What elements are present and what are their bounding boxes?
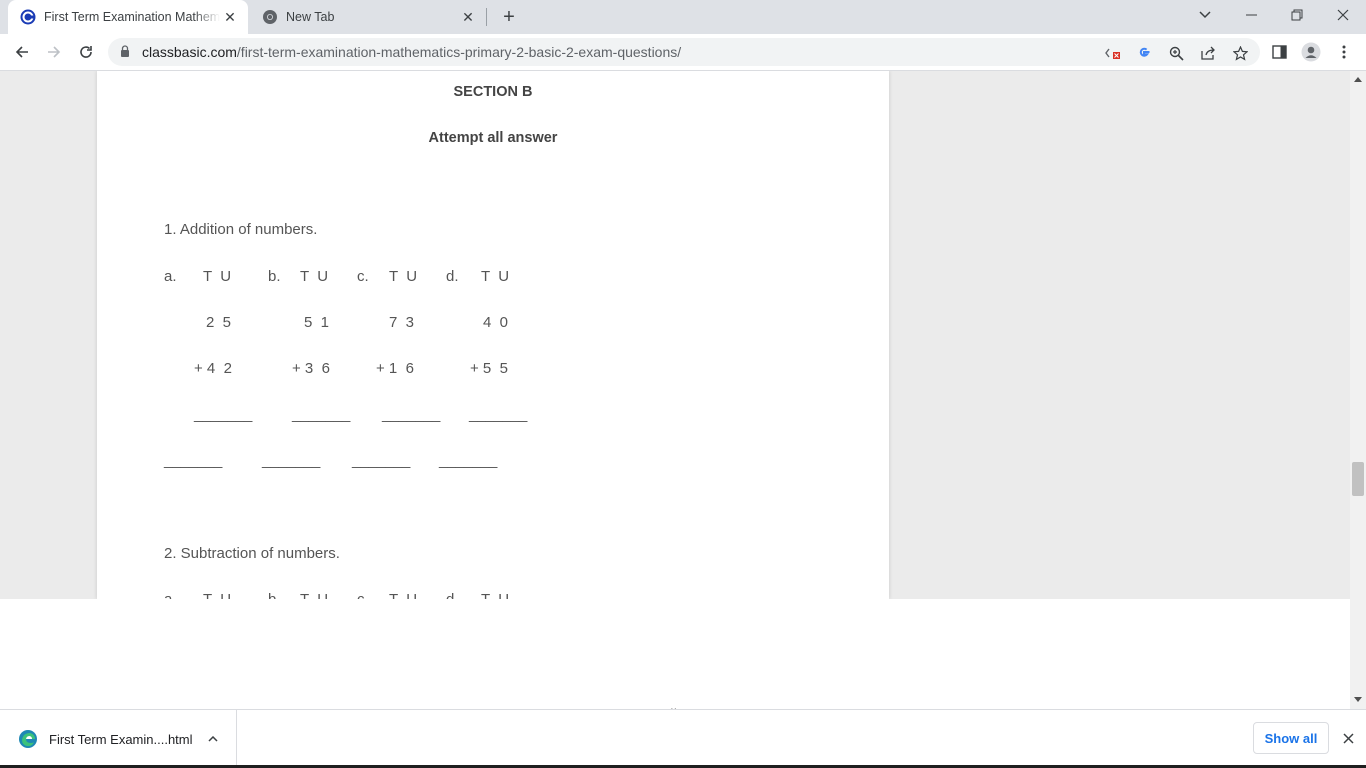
page-scrollbar[interactable]	[1350, 71, 1366, 709]
address-bar[interactable]: classbasic.com/first-term-examination-ma…	[108, 38, 1260, 66]
section-title: SECTION B	[453, 84, 533, 100]
side-panel-icon[interactable]	[1269, 42, 1289, 62]
instruction-text: Attempt all answer	[428, 130, 558, 146]
tab-title: First Term Examination Mathematics Prima…	[44, 10, 220, 24]
addend-top: 7 3	[389, 314, 415, 331]
close-tab-icon[interactable]: ✕	[458, 7, 478, 27]
google-translate-icon[interactable]	[1133, 42, 1155, 64]
tab-separator	[486, 8, 487, 26]
chevron-up-icon[interactable]	[204, 730, 222, 748]
addend-bottom: + 4 2	[194, 360, 232, 377]
url-text: classbasic.com/first-term-examination-ma…	[142, 44, 681, 60]
url-path: /first-term-examination-mathematics-prim…	[236, 44, 682, 60]
option-label-b: b.	[268, 268, 281, 285]
place-value-header: T U	[300, 591, 328, 599]
zoom-icon[interactable]	[1165, 42, 1187, 64]
answer-blank-line: _______	[292, 406, 351, 423]
article-content: SECTION B Attempt all answer 1. Addition…	[97, 71, 889, 599]
option-label-a: a.	[164, 591, 177, 599]
answer-blank-line: _______	[469, 406, 528, 423]
close-shelf-icon[interactable]	[1338, 728, 1358, 748]
question-2-heading: 2. Subtraction of numbers.	[164, 545, 340, 562]
answer-blank-line: _______	[262, 452, 321, 469]
place-value-header: T U	[300, 268, 329, 285]
close-tab-icon[interactable]: ✕	[220, 7, 240, 27]
show-all-button[interactable]: Show all	[1253, 722, 1329, 754]
answer-blank-line: _______	[439, 452, 498, 469]
addend-bottom: + 1 6	[376, 360, 414, 377]
tab-new-tab[interactable]: New Tab ✕	[250, 0, 486, 34]
share-icon[interactable]	[1197, 42, 1219, 64]
kebab-menu-icon[interactable]	[1334, 42, 1354, 62]
forward-arrow-icon[interactable]	[40, 38, 68, 66]
place-value-header: T U	[389, 591, 417, 599]
question-1-heading: 1. Addition of numbers.	[164, 221, 318, 238]
page-viewport: SECTION B Attempt all answer 1. Addition…	[0, 71, 1350, 599]
chrome-icon	[263, 10, 277, 24]
answer-blank-line: _______	[352, 452, 411, 469]
tab-title: New Tab	[286, 10, 335, 24]
blocked-popup-icon[interactable]	[1102, 42, 1124, 64]
lock-icon[interactable]	[120, 45, 130, 58]
tab-strip: First Term Examination Mathematics Prima…	[0, 0, 1366, 34]
reload-icon[interactable]	[72, 38, 100, 66]
blank-ad-area	[0, 599, 1350, 709]
place-value-header: T U	[389, 268, 418, 285]
place-value-header: T U	[481, 268, 510, 285]
addend-bottom: + 3 6	[292, 360, 330, 377]
option-label-c: c.	[357, 591, 369, 599]
tab-exam[interactable]: First Term Examination Mathematics Prima…	[8, 0, 248, 34]
place-value-header: T U	[481, 591, 509, 599]
place-value-header: T U	[203, 591, 231, 599]
url-host: classbasic.com	[142, 44, 237, 60]
answer-blank-line: _______	[382, 406, 441, 423]
option-label-a: a.	[164, 268, 177, 285]
scroll-down-arrow-icon[interactable]	[1354, 697, 1362, 702]
addend-top: 2 5	[206, 314, 232, 331]
profile-avatar-icon[interactable]	[1301, 42, 1321, 62]
scrollbar-thumb[interactable]	[1352, 462, 1364, 496]
tab-search-chevron-icon[interactable]	[1182, 0, 1228, 30]
download-shelf: First Term Examin....html Show all	[0, 709, 1366, 768]
addend-bottom: + 5 5	[470, 360, 508, 377]
download-item[interactable]: First Term Examin....html	[0, 710, 237, 768]
browser-toolbar: classbasic.com/first-term-examination-ma…	[0, 34, 1366, 71]
place-value-header: T U	[203, 268, 232, 285]
addend-top: 5 1	[304, 314, 330, 331]
back-arrow-icon[interactable]	[8, 38, 36, 66]
bookmark-star-icon[interactable]	[1229, 42, 1251, 64]
option-label-c: c.	[357, 268, 369, 285]
option-label-b: b.	[268, 591, 281, 599]
answer-blank-line: _______	[194, 406, 253, 423]
classbasic-favicon-icon	[20, 9, 36, 25]
restore-icon[interactable]	[1274, 0, 1320, 30]
download-filename: First Term Examin....html	[49, 731, 193, 747]
scroll-up-arrow-icon[interactable]	[1354, 77, 1362, 82]
edge-file-icon	[19, 730, 37, 748]
answer-blank-line: _______	[164, 452, 223, 469]
minimize-icon[interactable]	[1228, 0, 1274, 30]
option-label-d: d.	[446, 268, 459, 285]
addend-top: 4 0	[483, 314, 509, 331]
option-label-d: d.	[446, 591, 459, 599]
new-tab-plus-icon[interactable]: +	[496, 5, 522, 29]
close-window-icon[interactable]	[1320, 0, 1366, 30]
